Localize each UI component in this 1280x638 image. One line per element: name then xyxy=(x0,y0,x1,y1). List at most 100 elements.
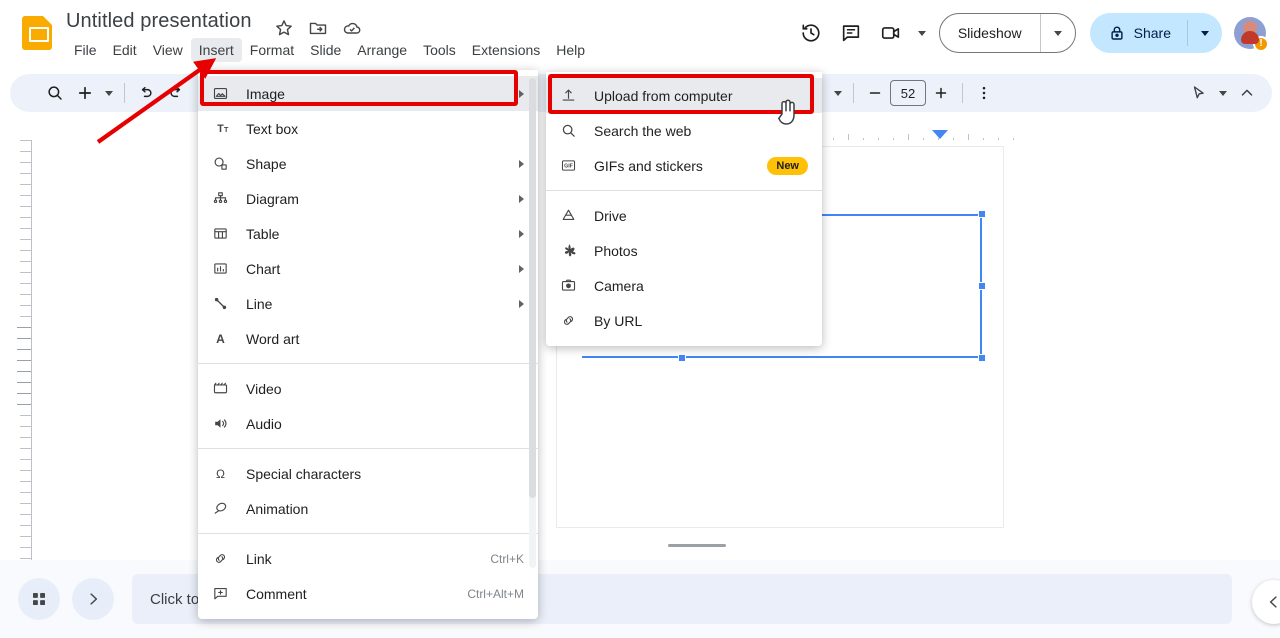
menu-item-diagram[interactable]: Diagram xyxy=(198,181,538,216)
gif-icon: GIF xyxy=(560,157,584,174)
new-slide-button[interactable] xyxy=(70,78,100,108)
new-badge: New xyxy=(767,156,808,175)
menubar-item-edit[interactable]: Edit xyxy=(105,38,145,62)
side-panel-toggle-button[interactable] xyxy=(1252,580,1280,624)
menu-item-photos[interactable]: Photos xyxy=(546,233,822,268)
menu-separator xyxy=(198,363,538,364)
share-button[interactable]: Share xyxy=(1090,13,1187,53)
bottom-bar: Click to add speaker notes xyxy=(0,560,1280,638)
menu-item-image[interactable]: Image xyxy=(198,76,538,111)
star-icon[interactable] xyxy=(274,18,296,40)
increase-font-size-button[interactable] xyxy=(926,78,956,108)
menubar-item-file[interactable]: File xyxy=(66,38,105,62)
menu-item-link[interactable]: Link Ctrl+K xyxy=(198,541,538,576)
slideshow-options-button[interactable] xyxy=(1041,14,1075,52)
svg-text:A: A xyxy=(216,332,225,346)
select-cursor-icon[interactable] xyxy=(1184,78,1214,108)
menu-item-label: Video xyxy=(246,380,282,397)
chevron-down-icon xyxy=(1201,30,1209,36)
menu-item-word-art[interactable]: A Word art xyxy=(198,321,538,356)
submenu-arrow-icon xyxy=(519,264,524,273)
camera-icon xyxy=(560,277,584,294)
menu-item-label: Audio xyxy=(246,415,282,432)
video-options-caret[interactable] xyxy=(911,13,933,53)
menubar-item-help[interactable]: Help xyxy=(548,38,593,62)
menu-item-by-url[interactable]: By URL xyxy=(546,303,822,338)
menubar-item-format[interactable]: Format xyxy=(242,38,302,62)
menu-item-drive[interactable]: Drive xyxy=(546,198,822,233)
menubar-item-tools[interactable]: Tools xyxy=(415,38,464,62)
image-submenu: Upload from computer Search the web GIF GIF… xyxy=(546,72,822,346)
chevron-down-icon xyxy=(1053,30,1062,36)
menu-scrollbar-thumb[interactable] xyxy=(529,78,536,498)
menubar-item-insert[interactable]: Insert xyxy=(190,38,242,62)
more-options-button[interactable] xyxy=(969,78,999,108)
menu-item-gifs-and-stickers[interactable]: GIF GIFs and stickers New xyxy=(546,148,822,183)
account-warning-badge: ! xyxy=(1253,36,1269,52)
menubar-item-slide[interactable]: Slide xyxy=(302,38,349,62)
cursor-options-caret[interactable] xyxy=(1214,78,1232,108)
submenu-arrow-icon xyxy=(519,194,524,203)
font-size-input[interactable]: 52 xyxy=(890,80,926,106)
menu-item-line[interactable]: Line xyxy=(198,286,538,321)
resize-handle-bottom-right[interactable] xyxy=(978,354,986,362)
document-title[interactable]: Untitled presentation xyxy=(66,10,252,33)
resize-handle-top-right[interactable] xyxy=(978,210,986,218)
comment-history-icon[interactable] xyxy=(831,13,871,53)
svg-text:T: T xyxy=(224,126,229,134)
collapse-toolbar-button[interactable] xyxy=(1232,78,1262,108)
undo-button[interactable] xyxy=(131,78,161,108)
share-options-button[interactable] xyxy=(1188,13,1222,53)
avatar[interactable]: ! xyxy=(1234,17,1269,52)
menu-item-comment[interactable]: Comment Ctrl+Alt+M xyxy=(198,576,538,611)
menu-item-special-characters[interactable]: Ω Special characters xyxy=(198,456,538,491)
menu-item-upload-from-computer[interactable]: Upload from computer xyxy=(546,78,822,113)
menu-separator xyxy=(198,448,538,449)
diagram-icon xyxy=(212,190,236,207)
resize-handle-bottom-center[interactable] xyxy=(678,354,686,362)
menu-scrollbar[interactable] xyxy=(529,78,536,568)
menu-item-shape[interactable]: Shape xyxy=(198,146,538,181)
search-icon[interactable] xyxy=(40,78,70,108)
omega-icon: Ω xyxy=(212,465,236,482)
menu-item-label: Camera xyxy=(594,277,644,294)
vertical-ruler[interactable] xyxy=(10,140,32,581)
slideshow-control-group: Slideshow xyxy=(938,13,1076,53)
menu-separator xyxy=(198,533,538,534)
cloud-saved-icon[interactable] xyxy=(342,18,364,40)
menu-item-table[interactable]: Table xyxy=(198,216,538,251)
grid-view-icon[interactable] xyxy=(18,578,60,620)
indent-marker[interactable] xyxy=(932,130,948,139)
menubar-item-extensions[interactable]: Extensions xyxy=(464,38,548,62)
redo-button[interactable] xyxy=(161,78,191,108)
image-icon xyxy=(212,85,236,102)
table-icon xyxy=(212,225,236,242)
menu-item-audio[interactable]: Audio xyxy=(198,406,538,441)
menu-item-text-box[interactable]: T T Text box xyxy=(198,111,538,146)
notes-resize-grip[interactable] xyxy=(668,544,726,547)
chevron-down-icon xyxy=(834,90,842,96)
menu-item-animation[interactable]: Animation xyxy=(198,491,538,526)
version-history-icon[interactable] xyxy=(791,13,831,53)
menubar-item-view[interactable]: View xyxy=(145,38,191,62)
word-art-icon: A xyxy=(212,330,236,347)
slideshow-button[interactable]: Slideshow xyxy=(940,14,1040,52)
new-slide-options-button[interactable] xyxy=(100,78,118,108)
move-to-folder-icon[interactable] xyxy=(308,18,330,40)
menu-item-video[interactable]: Video xyxy=(198,371,538,406)
menu-item-search-the-web[interactable]: Search the web xyxy=(546,113,822,148)
share-label: Share xyxy=(1133,25,1171,41)
decrease-font-size-button[interactable] xyxy=(860,78,890,108)
resize-handle-middle-right[interactable] xyxy=(978,282,986,290)
menu-item-camera[interactable]: Camera xyxy=(546,268,822,303)
insert-menu: Image T T Text box Shape Diagram Table Chart Lin… xyxy=(198,70,538,619)
link-icon xyxy=(212,550,236,567)
video-camera-icon[interactable] xyxy=(871,13,911,53)
divider xyxy=(962,83,963,103)
menubar-item-arrange[interactable]: Arrange xyxy=(349,38,415,62)
menu-item-chart[interactable]: Chart xyxy=(198,251,538,286)
expand-filmstrip-button[interactable] xyxy=(72,578,114,620)
menu-item-label: Comment xyxy=(246,585,307,602)
font-options-caret[interactable] xyxy=(829,78,847,108)
google-slides-logo xyxy=(22,16,52,50)
